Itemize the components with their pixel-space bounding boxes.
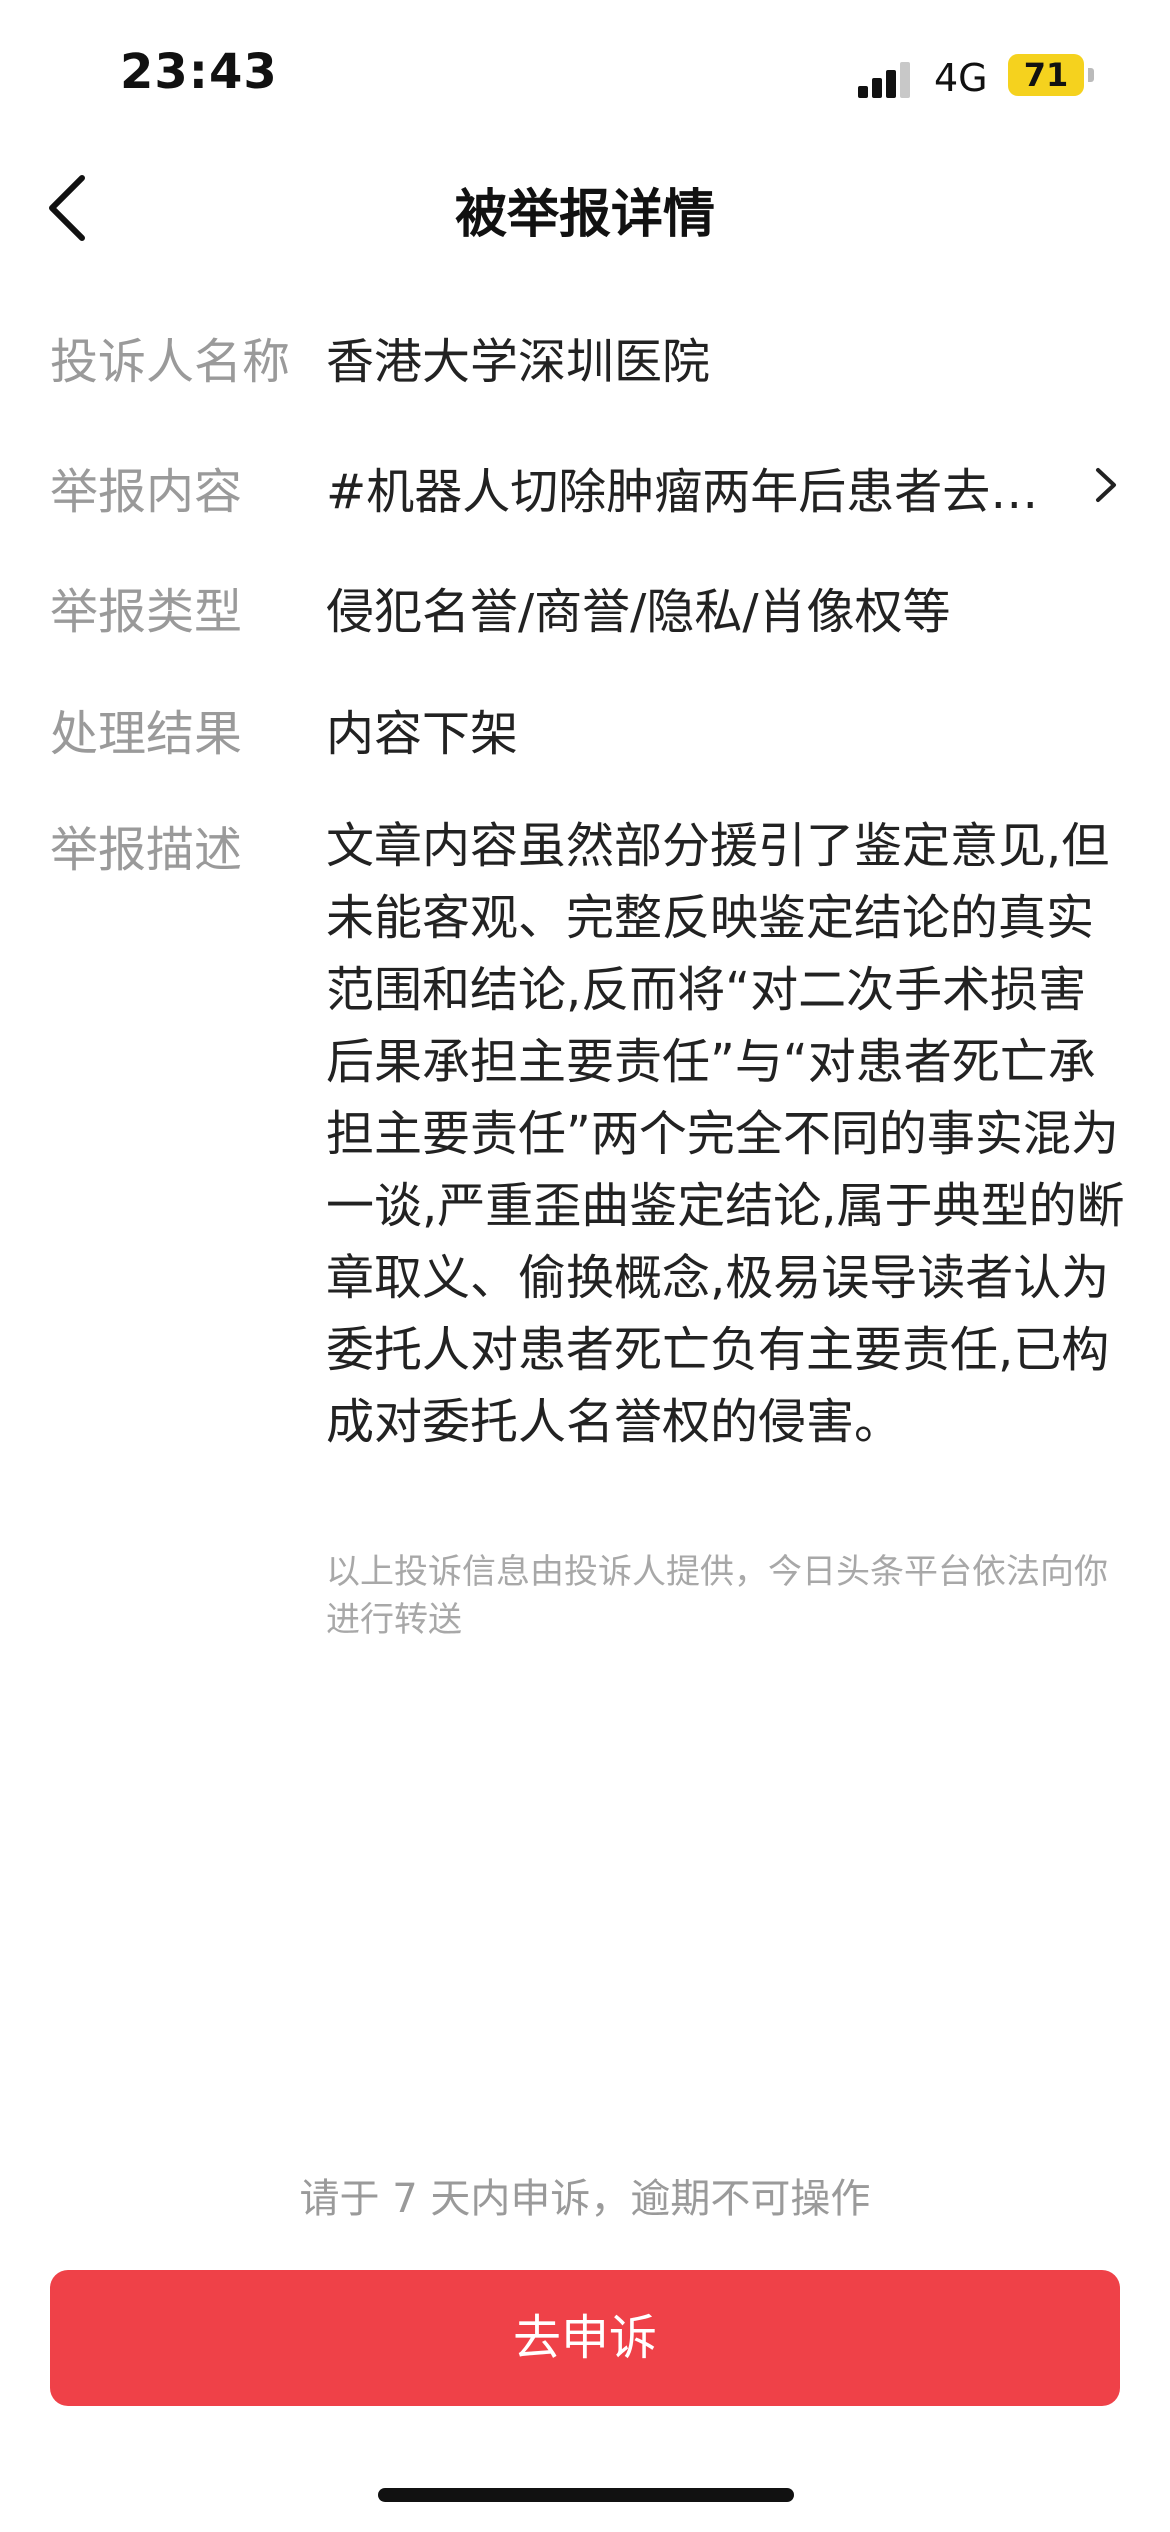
- deadline-hint: 请于 7 天内申诉，逾期不可操作: [299, 2176, 871, 2222]
- status-time: 23:43: [120, 44, 278, 100]
- home-indicator: [378, 2488, 794, 2502]
- result-label: 处理结果: [50, 706, 243, 762]
- appeal-button[interactable]: 去申诉: [50, 2270, 1120, 2406]
- report-content-value: #机器人切除肿瘤两年后患者去…: [326, 464, 1039, 520]
- chevron-right-icon: [1096, 468, 1116, 502]
- signal-icon: [858, 62, 918, 98]
- battery-indicator: 71: [1008, 54, 1084, 96]
- complainant-value: 香港大学深圳医院: [326, 334, 711, 390]
- report-content-label: 举报内容: [50, 464, 243, 520]
- battery-cap: [1088, 68, 1094, 82]
- description-text: 文章内容虽然部分援引了鉴定意见,但未能客观、完整反映鉴定结论的真实范围和结论,反…: [326, 818, 1125, 1450]
- report-content-row[interactable]: 举报内容 #机器人切除肿瘤两年后患者去…: [50, 452, 1120, 532]
- report-type-row: 举报类型 侵犯名誉/商誉/隐私/肖像权等: [50, 572, 1120, 652]
- report-type-label: 举报类型: [50, 584, 243, 640]
- report-type-value: 侵犯名誉/商誉/隐私/肖像权等: [326, 584, 951, 640]
- network-label: 4G: [934, 56, 988, 100]
- description-label: 举报描述: [50, 822, 243, 878]
- result-value: 内容下架: [326, 706, 519, 762]
- complainant-row: 投诉人名称 香港大学深圳医院: [50, 322, 1120, 402]
- page-title: 被举报详情: [454, 185, 715, 245]
- info-notice: 以上投诉信息由投诉人提供，今日头条平台依法向你进行转送: [326, 1552, 1108, 1640]
- result-row: 处理结果 内容下架: [50, 694, 1120, 774]
- description-row: 举报描述 文章内容虽然部分援引了鉴定意见,但未能客观、完整反映鉴定结论的真实范围…: [50, 810, 1125, 1530]
- complainant-label: 投诉人名称: [50, 334, 291, 390]
